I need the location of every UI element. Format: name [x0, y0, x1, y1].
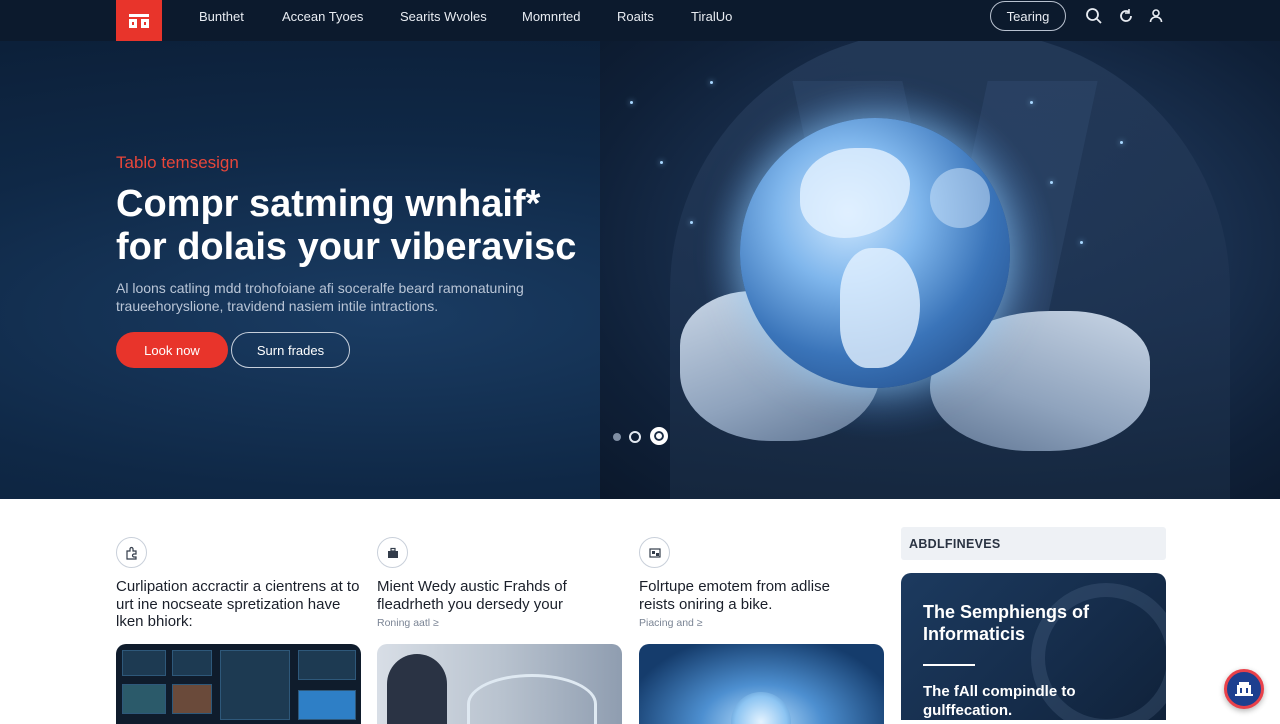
nav-link-momnrted[interactable]: Momnrted — [522, 9, 581, 24]
carousel-dot-3-active[interactable] — [650, 427, 668, 445]
thumb-pane — [298, 650, 356, 680]
hero-title-line-2: for dolais your viberavisc — [116, 226, 577, 268]
thumb-pane — [122, 684, 166, 714]
refresh-icon[interactable] — [1117, 7, 1135, 25]
featured-article-card[interactable]: The Semphiengs of Informaticis The fAll … — [901, 573, 1166, 720]
featured-subtitle: The fAll compindle to gulffecation. — [923, 683, 1076, 719]
floating-action-button[interactable] — [1224, 669, 1264, 709]
card-icon-wrap — [116, 537, 147, 568]
divider — [923, 664, 975, 666]
card-title[interactable]: Folrtupe emotem from adlise reists oniri… — [639, 578, 859, 613]
thumb-arc — [467, 674, 597, 724]
nav-link-roaits[interactable]: Roaits — [617, 9, 654, 24]
sparkle — [710, 81, 713, 84]
continent-north-america — [800, 148, 910, 238]
user-icon[interactable] — [1147, 7, 1165, 25]
top-navigation: Bunthet Accean Tyoes Searits Wvoles Momn… — [0, 0, 1280, 41]
hero-image — [600, 41, 1280, 499]
thumb-orb — [731, 692, 791, 724]
globe-illustration — [740, 118, 1010, 388]
card-read-more-link[interactable]: Roning aatl ≥ — [377, 617, 439, 629]
sparkle — [660, 161, 663, 164]
look-now-button[interactable]: Look now — [116, 332, 228, 368]
thumb-pane — [220, 650, 290, 720]
featured-title: The Semphiengs of Informaticis — [923, 602, 1090, 644]
search-icon[interactable] — [1085, 7, 1103, 25]
sparkle — [1050, 181, 1053, 184]
thumb-figure — [387, 654, 447, 724]
puzzle-icon — [125, 546, 137, 560]
nav-link-accean-tyoes[interactable]: Accean Tyoes — [282, 9, 363, 24]
continent-south-america — [840, 248, 920, 368]
card-icon-wrap — [639, 537, 670, 568]
nav-cta-button[interactable]: Tearing — [990, 1, 1066, 31]
card-icon-wrap — [377, 537, 408, 568]
thumb-pane — [298, 690, 356, 720]
card-read-more-link[interactable]: Piacing and ≥ — [639, 617, 703, 629]
card-image-dashboard[interactable] — [116, 644, 361, 724]
nav-link-bunthet[interactable]: Bunthet — [199, 9, 244, 24]
hero-title: Compr satming wnhaif* for dolais your vi… — [116, 183, 616, 269]
hero-banner: Tablo temsesign Compr satming wnhaif* fo… — [0, 41, 1280, 499]
logo-icon — [129, 13, 149, 28]
card-image-person[interactable] — [377, 644, 622, 724]
image-icon — [648, 547, 661, 558]
thumb-pane — [172, 650, 212, 676]
hero-kicker: Tablo temsesign — [116, 153, 239, 172]
sparkle — [1120, 141, 1123, 144]
sparkle — [1080, 241, 1083, 244]
nav-link-tiraluo[interactable]: TiralUo — [691, 9, 732, 24]
thumb-pane — [172, 684, 212, 714]
hero-title-line-1: Compr satming wnhaif* — [116, 183, 541, 225]
card-image-globe[interactable] — [639, 644, 884, 724]
sidebar-heading: ABDLFINEVES — [901, 527, 1166, 560]
card-title[interactable]: Curlipation accractir a cientrens at to … — [116, 578, 362, 631]
carousel-dot-2[interactable] — [629, 431, 641, 443]
briefcase-icon — [387, 547, 398, 558]
secondary-button[interactable]: Surn frades — [231, 332, 350, 368]
sparkle — [1030, 101, 1033, 104]
sparkle — [630, 101, 633, 104]
nav-link-searits-wvoles[interactable]: Searits Wvoles — [400, 9, 487, 24]
hero-subtitle: Al loons catling mdd trohofoiane afi soc… — [116, 280, 524, 314]
sparkle — [690, 221, 693, 224]
card-title[interactable]: Mient Wedy austic Frahds of fleadrheth y… — [377, 578, 597, 613]
thumb-pane — [122, 650, 166, 676]
brand-logo[interactable] — [116, 0, 162, 41]
carousel-dot-1[interactable] — [613, 433, 621, 441]
continent-highlight — [930, 168, 990, 228]
building-icon — [1235, 682, 1253, 696]
